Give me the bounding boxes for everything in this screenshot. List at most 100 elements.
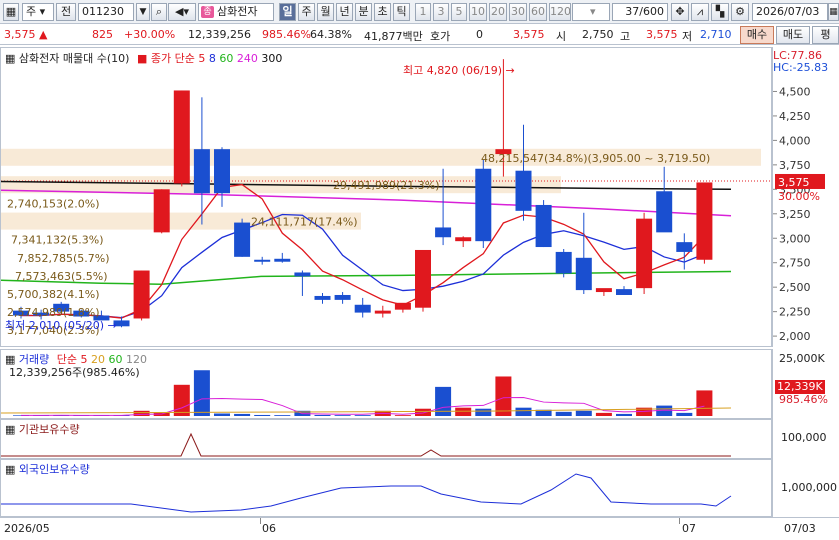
volume-tag: 12,339K (775, 380, 825, 394)
period-tab-6[interactable]: 틱 (393, 3, 410, 21)
trade-amount: 41,877백만 (364, 30, 423, 43)
price-tick-label: 3,750 (779, 159, 811, 172)
interval-tab-3[interactable]: 3 (433, 3, 449, 21)
price-chart[interactable]: 48,215,547(34.8%)(3,905.00 ~ 3,719.50) 29… (1, 48, 771, 346)
ma-60-line (1, 270, 732, 285)
price-tick-label: 2,000 (779, 330, 811, 343)
period-tab-0[interactable]: 일 (279, 3, 296, 21)
volume-panel[interactable]: ▦ 거래량 단순 5 20 60 120 12,339,256주(985.46%… (0, 349, 772, 419)
volume-ratio: 985.46% (262, 28, 311, 41)
institutional-line (1, 432, 731, 457)
volume-bar (616, 413, 632, 416)
volume-bar (314, 414, 331, 416)
high-annotation: 최고 4,820 (06/19) → (403, 64, 515, 77)
institutional-legend: ▦ 기관보유수량 (5, 421, 80, 437)
candle-body (616, 289, 632, 295)
low-annotation: 최저 2,010 (05/20) → (5, 319, 117, 332)
hc-label: HC:-25.83 (773, 61, 829, 74)
date-field[interactable]: 2026/07/03 (752, 3, 828, 21)
crosshair-icon[interactable]: ✥ (671, 3, 689, 21)
eval-button[interactable]: 평 (812, 26, 839, 44)
date-axis: 2026/05 06 07 07/03 (0, 517, 839, 540)
period-tab-5[interactable]: 초 (374, 3, 391, 21)
interval-tab-5[interactable]: 5 (451, 3, 467, 21)
institutional-panel[interactable]: ▦ 기관보유수량 (0, 419, 772, 459)
code-dropdown-icon[interactable]: ▼ (136, 3, 150, 21)
ma-240-line (1, 189, 732, 217)
volume-profile-label: 29,491,989(21.3%) (333, 179, 440, 192)
drawing-icon[interactable]: ▚ (711, 3, 729, 21)
ma-label: ■ 종가 단순 (137, 52, 195, 65)
high-label: 고 (620, 30, 631, 43)
price-tick-label: 4,250 (779, 110, 811, 123)
prev-button[interactable]: 전 (56, 3, 76, 21)
volume-profile-label: 7,852,785(5.7%) (17, 252, 110, 265)
interval-tab-30[interactable]: 30 (509, 3, 527, 21)
ma-period-240: 240 (233, 52, 258, 65)
volume-bar (575, 410, 592, 416)
candle-body (334, 294, 351, 300)
candle-body (234, 222, 251, 257)
speaker-icon[interactable]: ◀▾ (168, 3, 196, 21)
volume-bar (515, 407, 532, 416)
volume-axis-tick: 25,000K (779, 352, 825, 365)
current-pct-tag: 30.00% (778, 190, 820, 203)
period-tab-1[interactable]: 주 (298, 3, 315, 21)
candle-body (636, 218, 653, 289)
volume-bar (193, 370, 210, 416)
volume-ma20-line (1, 407, 732, 414)
market-select[interactable]: 주 ▾ (22, 3, 54, 21)
gear-icon[interactable]: ⚙ (731, 3, 749, 21)
price-axis: 4,500 4,250 4,000 3,750 3,500 3,250 3,000 2,750… (772, 47, 839, 347)
period-tab-2[interactable]: 월 (317, 3, 334, 21)
institutional-tick: 100,000 (781, 431, 827, 444)
volume-value: 12,339,256 (188, 28, 251, 41)
grid-icon[interactable]: ▦ (3, 3, 19, 21)
institutional-chart[interactable] (1, 420, 771, 458)
hoga-value: 0 (476, 28, 483, 41)
price-panel[interactable]: 48,215,547(34.8%)(3,905.00 ~ 3,719.50) 29… (0, 47, 772, 347)
interval-tab-60[interactable]: 60 (529, 3, 547, 21)
interval-tab-120[interactable]: 120 (549, 3, 571, 21)
candle-body (475, 168, 492, 242)
interval-tab-20[interactable]: 20 (489, 3, 507, 21)
foreign-chart[interactable] (1, 460, 771, 516)
candle-body (515, 170, 532, 211)
panel-icon: ▦ (5, 463, 16, 476)
stock-name-field[interactable]: 종 삼화전자 (198, 3, 274, 21)
volume-bar (475, 408, 492, 416)
price-tick-label: 3,250 (779, 208, 811, 221)
period-tab-3[interactable]: 년 (336, 3, 353, 21)
open-label: 시 (556, 30, 567, 43)
up-arrow-icon: ▲ (39, 28, 48, 41)
foreign-panel[interactable]: ▦ 외국인보유수량 (0, 459, 772, 517)
trading-chart-window: ▦ 주 ▾ 전 011230 ▼ ⌕ ◀▾ 종 삼화전자 일주월년분초틱 135… (0, 0, 839, 540)
volume-bar (173, 384, 190, 416)
stock-name-label: 삼화전자 (217, 5, 258, 18)
ma-period-60: 60 (215, 52, 234, 65)
interval-tab-10[interactable]: 10 (469, 3, 487, 21)
interval-tab-1[interactable]: 1 (415, 3, 431, 21)
price-tick-label: 2,500 (779, 281, 811, 294)
period-tab-4[interactable]: 분 (355, 3, 372, 21)
volume-bar (133, 410, 150, 416)
counter-field[interactable]: 37/600 (612, 3, 668, 21)
stock-code-input[interactable]: 011230 (78, 3, 134, 21)
volume-bar (274, 415, 291, 416)
custom-interval-select[interactable]: ▾ (572, 3, 610, 21)
price-panel-title: 삼화전자 매물대 수(10) (18, 52, 130, 65)
calendar-icon[interactable]: ▦ (828, 3, 839, 21)
buy-button[interactable]: 매수 (740, 26, 774, 44)
ma-type-label: 종가 단순 (150, 52, 195, 65)
current-price-tag: 3,575 (778, 176, 810, 189)
panel-icon: ▦ (5, 52, 16, 65)
sell-button[interactable]: 매도 (776, 26, 810, 44)
volume-bar (234, 413, 251, 416)
candle-body (595, 288, 612, 293)
price-tick-label: 4,000 (779, 134, 811, 147)
turnover-ratio: 64.38% (310, 28, 352, 41)
price-tick-label: 2,750 (779, 257, 811, 270)
indicator-icon[interactable]: ⩘ (691, 3, 709, 21)
candle-body (354, 304, 371, 313)
search-icon[interactable]: ⌕ (151, 3, 167, 21)
